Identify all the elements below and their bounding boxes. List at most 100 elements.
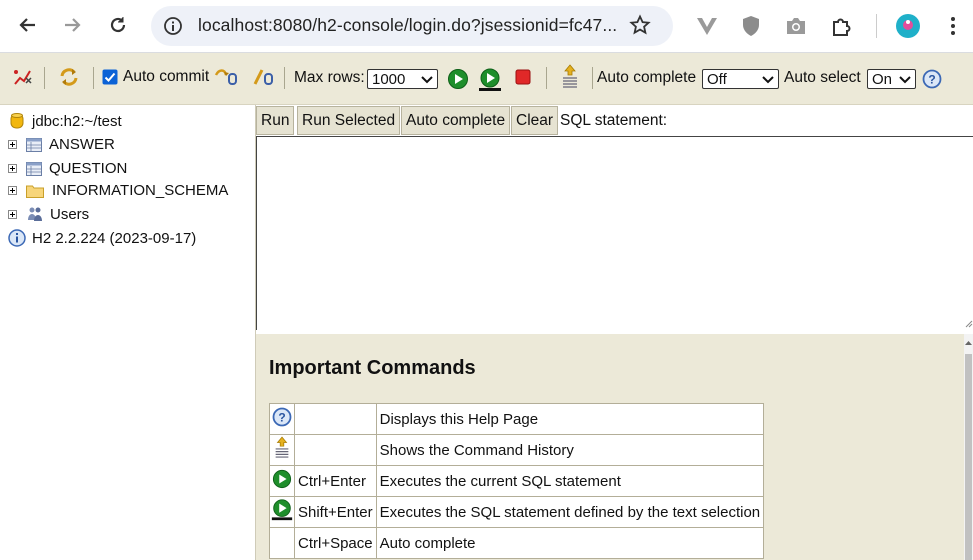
commands-table: ? Displays this Help Page Shows the Comm… <box>269 403 765 559</box>
rollback-icon[interactable] <box>214 67 238 87</box>
table-row: ? Displays this Help Page <box>269 403 765 435</box>
scroll-up-icon[interactable] <box>964 338 973 348</box>
toolbar-separator <box>546 67 547 89</box>
table-icon <box>26 137 42 152</box>
commit-icon[interactable] <box>253 67 275 87</box>
toolbar-divider <box>876 14 877 38</box>
connection-node[interactable]: jdbc:h2:~/test <box>10 112 122 130</box>
camera-extension-icon[interactable] <box>783 13 809 39</box>
run-selected-button[interactable]: Run Selected <box>297 106 401 135</box>
description-cell: Executes the SQL statement defined by th… <box>375 496 765 528</box>
auto-commit-toggle[interactable]: Auto commit <box>102 68 209 86</box>
auto-complete-value: Off <box>707 71 727 88</box>
stop-icon[interactable] <box>513 67 533 87</box>
expand-icon[interactable] <box>8 186 17 195</box>
back-button[interactable] <box>13 10 43 40</box>
resize-handle-icon[interactable] <box>964 319 973 328</box>
tree-item-information-schema[interactable]: INFORMATION_SCHEMA <box>8 182 228 199</box>
auto-complete-text: Auto complete <box>597 69 697 86</box>
browser-menu-icon[interactable] <box>940 13 966 39</box>
sql-editor[interactable] <box>256 136 973 330</box>
tree-item-question[interactable]: QUESTION <box>8 160 127 177</box>
shortcut-cell: Ctrl+Space <box>294 527 377 559</box>
connection-label: jdbc:h2:~/test <box>32 112 122 130</box>
description-cell: Shows the Command History <box>375 434 765 466</box>
checkbox-checked-icon[interactable] <box>102 69 118 85</box>
auto-complete-button[interactable]: Auto complete <box>401 106 511 135</box>
table-row: Ctrl+Space Auto complete <box>269 527 765 559</box>
toolbar-separator <box>284 67 285 89</box>
auto-commit-label: Auto commit <box>123 68 210 85</box>
tree-item-answer[interactable]: ANSWER <box>8 136 115 153</box>
info-icon <box>8 229 26 247</box>
chevron-down-icon <box>421 76 433 84</box>
run-icon <box>272 469 292 489</box>
address-bar[interactable]: localhost:8080/h2-console/login.do?jsess… <box>151 6 673 46</box>
database-icon <box>10 113 24 129</box>
max-rows-text: Max rows: <box>294 69 365 86</box>
tree-item-label: ANSWER <box>49 136 115 153</box>
expand-icon[interactable] <box>8 209 17 219</box>
history-icon[interactable] <box>559 64 581 90</box>
auto-select-value: On <box>872 71 893 88</box>
help-panel: Important Commands ? Displays this Help … <box>256 334 964 560</box>
shortcut-cell <box>294 434 377 466</box>
auto-complete-select[interactable]: Off <box>702 69 779 89</box>
help-title: Important Commands <box>269 357 476 379</box>
history-icon <box>275 436 289 458</box>
folder-icon <box>26 185 44 198</box>
help-icon: ? <box>272 407 292 427</box>
auto-select-label: Auto select <box>784 69 861 87</box>
run-button[interactable]: Run <box>256 106 295 135</box>
browser-toolbar: localhost:8080/h2-console/login.do?jsess… <box>0 0 973 53</box>
profile-avatar[interactable] <box>895 13 921 39</box>
run-selected-icon[interactable] <box>477 67 503 93</box>
description-cell: Displays this Help Page <box>375 403 765 435</box>
tree-item-users[interactable]: Users <box>8 205 89 223</box>
description-cell: Auto complete <box>375 527 765 559</box>
shortcut-cell: Ctrl+Enter <box>294 465 377 497</box>
shield-extension-icon[interactable] <box>738 13 764 39</box>
auto-select-text: Auto select <box>784 69 861 86</box>
refresh-icon[interactable] <box>58 66 80 88</box>
clear-button[interactable]: Clear <box>511 106 559 135</box>
schema-tree: jdbc:h2:~/test ANSWER QUESTION INFORMATI… <box>0 105 256 560</box>
bookmark-star-icon[interactable] <box>629 14 651 40</box>
help-scrollbar[interactable] <box>964 334 973 560</box>
chevron-down-icon <box>899 76 911 84</box>
tree-item-label: INFORMATION_SCHEMA <box>52 182 229 199</box>
run-selected-icon <box>271 499 293 521</box>
scroll-thumb[interactable] <box>965 354 972 560</box>
disconnect-icon[interactable] <box>12 66 34 88</box>
back-arrow-icon <box>19 18 35 32</box>
forward-button[interactable] <box>57 10 87 40</box>
table-row: Ctrl+Enter Executes the current SQL stat… <box>269 465 765 497</box>
table-row: Shows the Command History <box>269 434 765 466</box>
h2-toolbar: Auto commit Max rows: 1000 Auto complete… <box>0 53 973 105</box>
query-panel: Run Run Selected Auto complete Clear SQL… <box>256 105 973 560</box>
max-rows-value: 1000 <box>372 71 406 88</box>
version-label: H2 2.2.224 (2023-09-17) <box>32 229 197 247</box>
url-text[interactable]: localhost:8080/h2-console/login.do?jsess… <box>198 15 617 36</box>
vue-extension-icon[interactable] <box>694 13 720 39</box>
description-cell: Executes the current SQL statement <box>375 465 765 497</box>
site-info-icon[interactable] <box>161 14 185 38</box>
auto-select-select[interactable]: On <box>867 69 916 89</box>
run-icon[interactable] <box>447 68 469 90</box>
table-icon <box>26 161 42 176</box>
tree-item-label: QUESTION <box>49 160 128 177</box>
toolbar-separator <box>44 67 45 89</box>
tree-item-label: Users <box>50 205 90 223</box>
chevron-down-icon <box>762 76 774 84</box>
extensions-puzzle-icon[interactable] <box>829 13 855 39</box>
table-row: Shift+Enter Executes the SQL statement d… <box>269 496 765 528</box>
expand-icon[interactable] <box>8 140 17 149</box>
max-rows-select[interactable]: 1000 <box>367 69 438 89</box>
max-rows-label: Max rows: <box>294 69 365 87</box>
expand-icon[interactable] <box>8 164 17 173</box>
shortcut-cell <box>294 403 377 435</box>
users-icon <box>28 207 42 221</box>
reload-button[interactable] <box>103 10 133 40</box>
svg-text:?: ? <box>928 73 935 87</box>
help-icon[interactable]: ? <box>922 69 942 89</box>
